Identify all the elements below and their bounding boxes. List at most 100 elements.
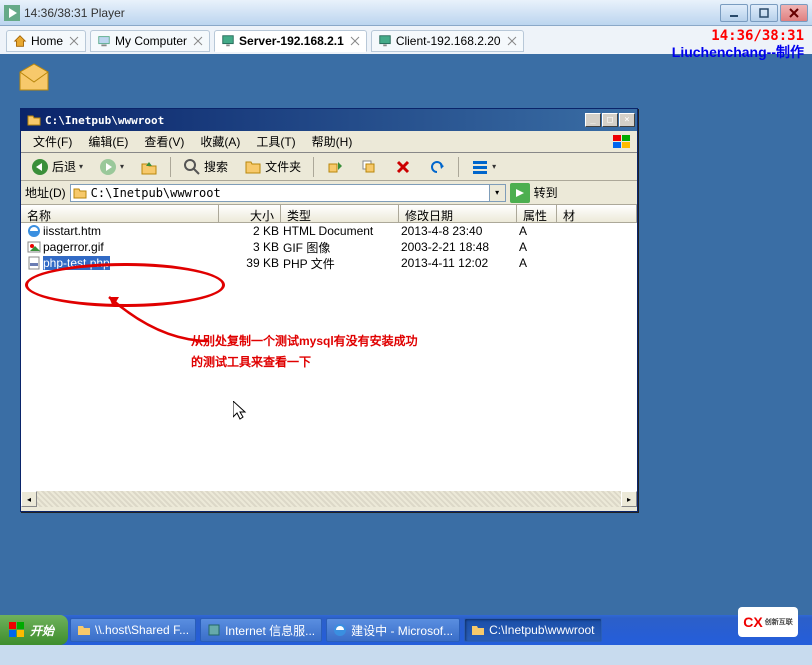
explorer-maximize-button[interactable]: □ (602, 113, 618, 127)
close-icon[interactable] (350, 36, 360, 46)
remote-icon (378, 34, 392, 48)
close-icon[interactable] (69, 36, 79, 46)
explorer-address-bar: 地址(D) ▾ 转到 (21, 181, 637, 205)
menu-tools[interactable]: 工具(T) (248, 131, 303, 152)
tab-label: My Computer (115, 34, 187, 48)
address-dropdown-button[interactable]: ▾ (490, 184, 506, 202)
home-icon (13, 34, 27, 48)
close-icon[interactable] (193, 36, 203, 46)
folder-icon (27, 113, 41, 127)
watermark: CX 创新互联 (738, 607, 798, 637)
folders-label: 文件夹 (265, 158, 301, 175)
file-type: HTML Document (281, 224, 399, 238)
horizontal-scrollbar[interactable]: ◂ ▸ (21, 491, 637, 507)
tab-server[interactable]: Server-192.168.2.1 (214, 30, 367, 52)
views-button[interactable]: ▾ (465, 156, 502, 178)
address-input[interactable] (70, 184, 490, 202)
annotation-arrow (99, 291, 219, 351)
tab-client[interactable]: Client-192.168.2.20 (371, 30, 524, 52)
taskbar-label: C:\Inetpub\wwwroot (489, 623, 594, 637)
explorer-minimize-button[interactable]: _ (585, 113, 601, 127)
tab-my-computer[interactable]: My Computer (90, 30, 210, 52)
computer-icon (97, 34, 111, 48)
file-date: 2013-4-11 12:02 (399, 256, 517, 270)
explorer-file-list[interactable]: iisstart.htm 2 KB HTML Document 2013-4-8… (21, 223, 637, 491)
remote-desktop[interactable]: C:\Inetpub\wwwroot _ □ × 文件(F) 编辑(E) 查看(… (0, 54, 812, 645)
file-type: GIF 图像 (281, 239, 399, 256)
ie-file-icon (27, 224, 41, 238)
scroll-track[interactable] (37, 491, 621, 507)
search-button[interactable]: 搜索 (177, 156, 234, 178)
column-size[interactable]: 大小 (219, 205, 281, 222)
close-icon[interactable] (507, 36, 517, 46)
column-extra[interactable]: 材 (557, 205, 637, 222)
explorer-titlebar[interactable]: C:\Inetpub\wwwroot _ □ × (21, 109, 637, 131)
menu-edit[interactable]: 编辑(E) (80, 131, 136, 152)
scroll-left-button[interactable]: ◂ (21, 491, 37, 507)
ie-icon (333, 623, 347, 637)
start-button[interactable]: 开始 (0, 615, 68, 645)
player-maximize-button[interactable] (750, 4, 778, 22)
explorer-close-button[interactable]: × (619, 113, 635, 127)
file-attr: A (517, 256, 557, 270)
player-minimize-button[interactable] (720, 4, 748, 22)
file-row[interactable]: php-test.php 39 KB PHP 文件 2013-4-11 12:0… (21, 255, 637, 271)
menu-view[interactable]: 查看(V) (136, 131, 192, 152)
forward-button[interactable]: ▾ (93, 156, 130, 178)
taskbar-item[interactable]: \\.host\Shared F... (70, 618, 196, 642)
file-size: 39 KB (219, 256, 281, 270)
go-label: 转到 (534, 184, 558, 201)
go-arrow-icon (514, 187, 526, 199)
go-button[interactable] (510, 183, 530, 203)
annotation-text: 从别处复制一个测试mysql有没有安装成功 的测试工具来查看一下 (191, 331, 418, 373)
move-icon (326, 158, 344, 176)
back-label: 后退 (52, 158, 76, 175)
copy-icon (360, 158, 378, 176)
watermark-brand: CX (743, 614, 762, 630)
windows-logo-icon (8, 621, 26, 639)
taskbar-item[interactable]: Internet 信息服... (200, 618, 322, 642)
tab-label: Client-192.168.2.20 (396, 34, 501, 48)
desktop-icon-outlook[interactable] (16, 62, 52, 97)
column-type[interactable]: 类型 (281, 205, 399, 222)
php-file-icon (27, 256, 41, 270)
separator (170, 157, 171, 177)
up-button[interactable] (134, 156, 164, 178)
menu-favorites[interactable]: 收藏(A) (192, 131, 248, 152)
column-name[interactable]: 名称 (21, 205, 219, 222)
file-name: iisstart.htm (43, 224, 101, 238)
envelope-icon (16, 62, 52, 94)
iis-icon (207, 623, 221, 637)
views-icon (471, 158, 489, 176)
column-attr[interactable]: 属性 (517, 205, 557, 222)
file-attr: A (517, 240, 557, 254)
copy-button[interactable] (354, 156, 384, 178)
chevron-down-icon: ▾ (492, 162, 496, 171)
forward-icon (99, 158, 117, 176)
image-file-icon (27, 240, 41, 254)
back-button[interactable]: 后退 ▾ (25, 156, 89, 178)
up-folder-icon (140, 158, 158, 176)
menu-file[interactable]: 文件(F) (25, 131, 80, 152)
file-row[interactable]: pagerror.gif 3 KB GIF 图像 2003-2-21 18:48… (21, 239, 637, 255)
file-row[interactable]: iisstart.htm 2 KB HTML Document 2013-4-8… (21, 223, 637, 239)
address-label: 地址(D) (25, 184, 66, 201)
folders-button[interactable]: 文件夹 (238, 156, 307, 178)
file-size: 2 KB (219, 224, 281, 238)
move-button[interactable] (320, 156, 350, 178)
delete-button[interactable] (388, 156, 418, 178)
menu-help[interactable]: 帮助(H) (304, 131, 361, 152)
undo-button[interactable] (422, 156, 452, 178)
tab-home[interactable]: Home (6, 30, 86, 52)
undo-icon (428, 158, 446, 176)
column-date[interactable]: 修改日期 (399, 205, 517, 222)
cursor-icon (233, 401, 249, 421)
separator (313, 157, 314, 177)
watermark-sub: 创新互联 (765, 617, 793, 627)
scroll-right-button[interactable]: ▸ (621, 491, 637, 507)
player-close-button[interactable] (780, 4, 808, 22)
folders-icon (244, 158, 262, 176)
file-date: 2003-2-21 18:48 (399, 240, 517, 254)
taskbar-item[interactable]: 建设中 - Microsof... (326, 618, 460, 642)
taskbar-item[interactable]: C:\Inetpub\wwwroot (464, 618, 601, 642)
